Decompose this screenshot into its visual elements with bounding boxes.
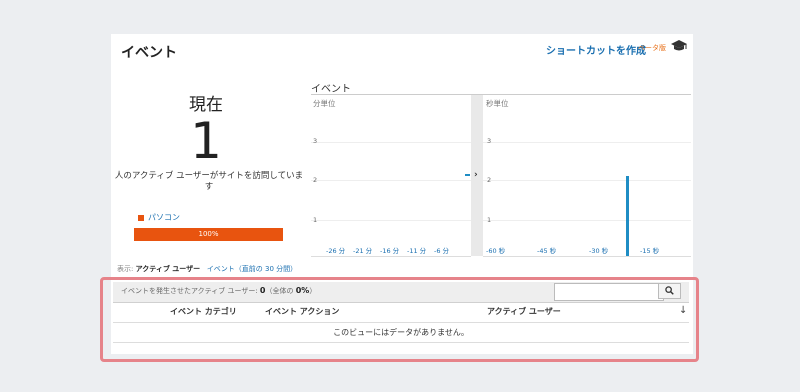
minute-baseline: [311, 256, 471, 257]
minute-ytick-1: 1: [313, 216, 318, 224]
desktop-legend-label: パソコン: [148, 213, 180, 222]
second-ytick-1: 1: [487, 216, 492, 224]
second-ytick-2: 2: [487, 176, 492, 184]
beta-badge: ベータ版: [638, 44, 666, 52]
view-selector: 表示: アクティブ ユーザー イベント（直前の 30 分間）: [117, 264, 297, 274]
second-gridline-2: [483, 180, 691, 181]
second-xtick: -45 秒: [537, 247, 557, 255]
minute-current-marker: [465, 174, 470, 176]
chart-title: イベント: [311, 84, 351, 95]
second-baseline: [483, 256, 691, 257]
graduation-cap-icon[interactable]: [671, 40, 687, 52]
minute-gridline-3: [311, 142, 471, 143]
minute-panel-label: 分単位: [313, 99, 336, 108]
minute-xtick: -16 分: [380, 247, 400, 255]
minute-xtick: -26 分: [326, 247, 346, 255]
minute-xtick: -6 分: [434, 247, 450, 255]
highlight-frame: [100, 277, 699, 362]
chevron-right-icon[interactable]: ›: [474, 170, 478, 180]
page-title: イベント: [121, 45, 177, 61]
second-xtick: -30 秒: [589, 247, 609, 255]
minute-ytick-3: 3: [313, 137, 318, 145]
minute-gridline-2: [311, 180, 471, 181]
second-ytick-3: 3: [487, 137, 492, 145]
minute-gridline-1: [311, 220, 471, 221]
create-shortcut-link[interactable]: ショートカットを作成: [546, 42, 646, 57]
second-xtick: -15 秒: [640, 247, 660, 255]
view-prefix: 表示:: [117, 265, 134, 273]
tab-events-30min[interactable]: イベント（直前の 30 分間）: [207, 265, 297, 273]
active-user-count: 1: [190, 112, 222, 170]
minute-ytick-2: 2: [313, 176, 318, 184]
desktop-progress-bar: 100%: [134, 228, 283, 241]
minute-xtick: -11 分: [407, 247, 427, 255]
second-xtick: -60 秒: [486, 247, 506, 255]
second-data-bar: [626, 176, 629, 256]
second-gridline-3: [483, 142, 691, 143]
chart-top-rule: [311, 94, 691, 95]
desktop-legend-swatch: [138, 215, 144, 221]
active-user-description: 人のアクティブ ユーザーがサイトを訪問しています: [114, 171, 304, 192]
tab-active-users[interactable]: アクティブ ユーザー: [136, 265, 201, 273]
second-gridline-1: [483, 220, 691, 221]
minute-xtick: -21 分: [353, 247, 373, 255]
second-panel-label: 秒単位: [486, 99, 509, 108]
